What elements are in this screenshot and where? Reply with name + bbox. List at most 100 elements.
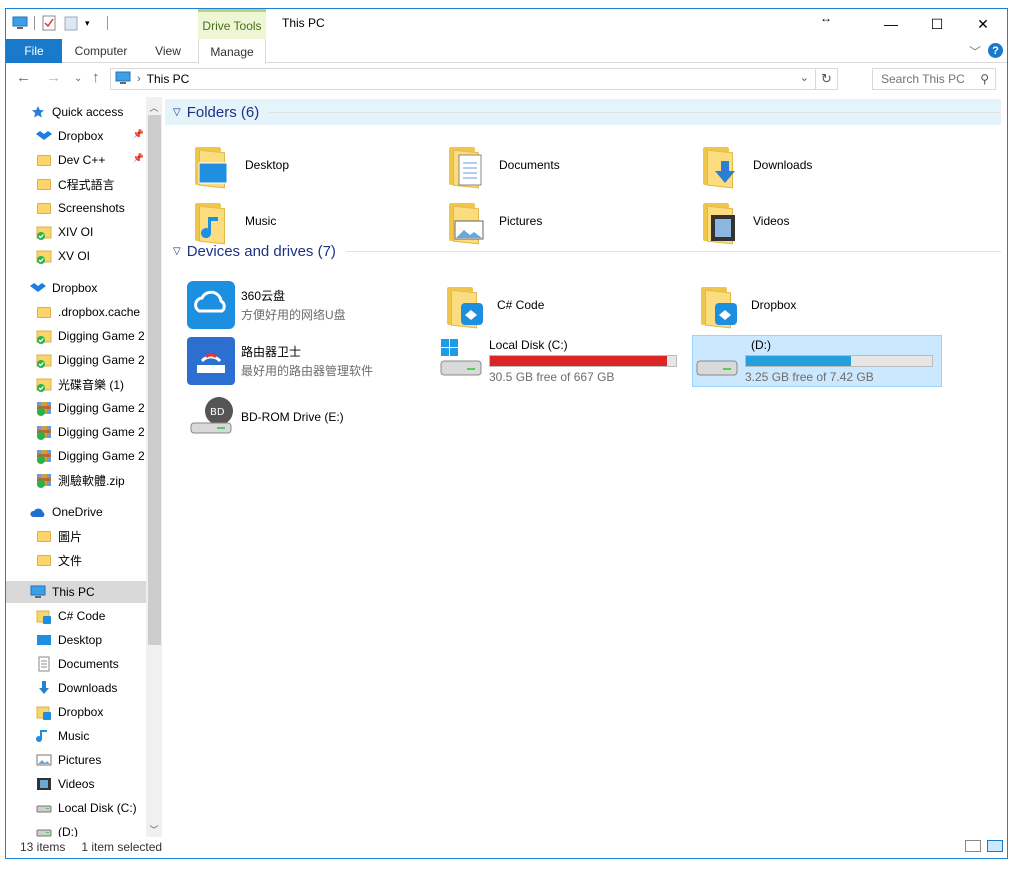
sidebar-item-label: Local Disk (C:) bbox=[58, 801, 137, 815]
sidebar-item[interactable]: Pictures bbox=[6, 749, 146, 771]
close-button[interactable]: ✕ bbox=[960, 9, 1006, 39]
nav-scrollbar[interactable]: ︿ ﹀ bbox=[146, 97, 162, 837]
sidebar-item[interactable]: Desktop bbox=[6, 629, 146, 651]
folder-tile[interactable]: Desktop bbox=[191, 141, 289, 189]
forward-arrow-icon[interactable]: → bbox=[46, 69, 61, 86]
breadcrumb[interactable]: This PC bbox=[147, 72, 190, 86]
sidebar-item[interactable]: XV OI bbox=[6, 245, 146, 267]
folder-icon bbox=[36, 528, 52, 544]
sidebar-item[interactable]: Dropbox 📌 bbox=[6, 125, 146, 147]
breadcrumb-chevron-icon[interactable]: › bbox=[137, 73, 141, 85]
tiles-view-icon[interactable] bbox=[987, 840, 1003, 852]
properties-icon[interactable] bbox=[41, 15, 57, 31]
sidebar-item[interactable]: C程式語言 bbox=[6, 173, 146, 195]
back-arrow-icon[interactable]: ← bbox=[16, 69, 31, 86]
search-box[interactable]: ⚲ bbox=[872, 68, 996, 90]
tab-computer[interactable]: Computer bbox=[68, 39, 134, 63]
sidebar-item[interactable]: 光碟音樂 (1) bbox=[6, 373, 146, 395]
sidebar-item[interactable]: .dropbox.cache bbox=[6, 301, 146, 323]
sidebar-item-label: XV OI bbox=[58, 249, 91, 263]
sidebar-item[interactable]: Dropbox bbox=[6, 701, 146, 723]
sidebar-item[interactable]: Documents bbox=[6, 653, 146, 675]
search-input[interactable] bbox=[881, 72, 971, 86]
customize-toolbar-icon[interactable]: ▾ bbox=[85, 15, 101, 31]
folder-csharp-code[interactable]: C# Code bbox=[443, 281, 544, 329]
details-view-icon[interactable] bbox=[965, 840, 981, 852]
sidebar-item[interactable]: Videos bbox=[6, 773, 146, 795]
folder-label: Pictures bbox=[499, 214, 543, 228]
sidebar-item[interactable]: Dev C++ 📌 bbox=[6, 149, 146, 171]
tab-view[interactable]: View bbox=[144, 39, 192, 63]
folder-label: Music bbox=[245, 214, 277, 228]
tab-file[interactable]: File bbox=[6, 39, 62, 63]
sidebar-item[interactable]: (D:) bbox=[6, 821, 146, 837]
sidebar-item[interactable]: Screenshots bbox=[6, 197, 146, 219]
folder-dropbox[interactable]: Dropbox bbox=[697, 281, 796, 329]
sidebar-item[interactable]: Downloads bbox=[6, 677, 146, 699]
up-arrow-icon[interactable]: ↑ bbox=[92, 69, 100, 86]
sidebar-item[interactable]: Local Disk (C:) bbox=[6, 797, 146, 819]
scroll-up-arrow-icon[interactable]: ︿ bbox=[146, 99, 162, 115]
collapse-chevron-icon[interactable]: ▽ bbox=[173, 246, 181, 257]
pictures-icon bbox=[36, 752, 52, 768]
sidebar-item[interactable]: Digging Game 2 bbox=[6, 397, 146, 419]
folder-label: C# Code bbox=[497, 298, 545, 312]
drive-usage-bar bbox=[745, 355, 933, 367]
pin-icon[interactable]: 📌 bbox=[133, 153, 144, 164]
minimize-button[interactable]: — bbox=[868, 9, 914, 39]
sidebar-item[interactable]: C# Code bbox=[6, 605, 146, 627]
maximize-button[interactable]: ☐ bbox=[914, 9, 960, 39]
dropbox-icon bbox=[36, 128, 52, 144]
folder-tile[interactable]: Documents bbox=[445, 141, 560, 189]
app-router-guard[interactable]: 路由器卫士 最好用的路由器管理软件 bbox=[187, 337, 373, 385]
address-bar[interactable]: › This PC ⌄ ↻ bbox=[110, 68, 838, 90]
sidebar-item-label: 測驗軟體.zip bbox=[58, 473, 125, 488]
sidebar-item[interactable]: This PC bbox=[6, 581, 146, 603]
sidebar-item[interactable]: Digging Game 2 bbox=[6, 325, 146, 347]
sidebar-item[interactable]: Dropbox bbox=[6, 277, 146, 299]
sidebar-item[interactable]: Digging Game 2 bbox=[6, 349, 146, 371]
tab-manage[interactable]: Manage bbox=[198, 39, 266, 64]
sidebar-item[interactable]: 測驗軟體.zip bbox=[6, 469, 146, 491]
computer-icon[interactable] bbox=[12, 15, 28, 31]
scroll-thumb[interactable] bbox=[148, 115, 161, 645]
bd-rom-drive[interactable]: BD BD-ROM Drive (E:) bbox=[187, 393, 344, 441]
refresh-icon[interactable]: ↻ bbox=[815, 69, 837, 89]
computer-icon bbox=[115, 71, 131, 88]
scroll-down-arrow-icon[interactable]: ﹀ bbox=[146, 821, 162, 837]
address-dropdown-icon[interactable]: ⌄ bbox=[800, 71, 809, 84]
sidebar-item-label: 文件 bbox=[58, 553, 83, 568]
sidebar-item-label: Downloads bbox=[58, 681, 118, 695]
sidebar-item[interactable]: Music bbox=[6, 725, 146, 747]
sidebar-item[interactable]: Digging Game 2 bbox=[6, 445, 146, 467]
sidebar-item[interactable]: XIV OI bbox=[6, 221, 146, 243]
sidebar-item[interactable]: 圖片 bbox=[6, 525, 146, 547]
sidebar-item-label: Dropbox bbox=[58, 705, 104, 719]
sidebar-item[interactable]: Digging Game 2 bbox=[6, 421, 146, 443]
folders-group-header[interactable]: ▽ Folders (6) bbox=[165, 99, 1001, 125]
app-subtitle: 最好用的路由器管理软件 bbox=[241, 364, 374, 378]
recent-locations-chevron-icon[interactable]: ⌄ bbox=[74, 73, 82, 84]
folder-tile[interactable]: Downloads bbox=[699, 141, 812, 189]
sidebar-item-label: XIV OI bbox=[58, 225, 94, 239]
folder-icon bbox=[36, 152, 52, 168]
sidebar-item-label: OneDrive bbox=[52, 505, 103, 519]
sidebar-item[interactable]: 文件 bbox=[6, 549, 146, 571]
search-icon[interactable]: ⚲ bbox=[980, 72, 989, 86]
drive-icon bbox=[36, 800, 52, 816]
folders-header-label: Folders (6) bbox=[186, 103, 260, 121]
drive-d[interactable]: (D:) 3.25 GB free of 7.42 GB bbox=[692, 335, 942, 387]
devices-header-label: Devices and drives (7) bbox=[186, 242, 336, 260]
expand-ribbon-chevron-icon[interactable]: ﹀ bbox=[969, 43, 981, 60]
collapse-chevron-icon[interactable]: ▽ bbox=[173, 107, 181, 118]
new-folder-icon[interactable] bbox=[63, 15, 79, 31]
devices-group-header[interactable]: ▽ Devices and drives (7) bbox=[165, 238, 1001, 264]
download-icon bbox=[36, 680, 52, 696]
app-360-cloud[interactable]: 360云盘 方便好用的网络U盘 bbox=[187, 281, 346, 329]
drive-local-disk-c[interactable]: Local Disk (C:) 30.5 GB free of 667 GB bbox=[437, 335, 687, 387]
sidebar-item[interactable]: OneDrive bbox=[6, 501, 146, 523]
sidebar-item[interactable]: Quick access bbox=[6, 101, 146, 123]
pin-icon[interactable]: 📌 bbox=[133, 129, 144, 140]
sidebar-item-label: .dropbox.cache bbox=[58, 305, 141, 319]
help-icon[interactable]: ? bbox=[988, 43, 1003, 58]
